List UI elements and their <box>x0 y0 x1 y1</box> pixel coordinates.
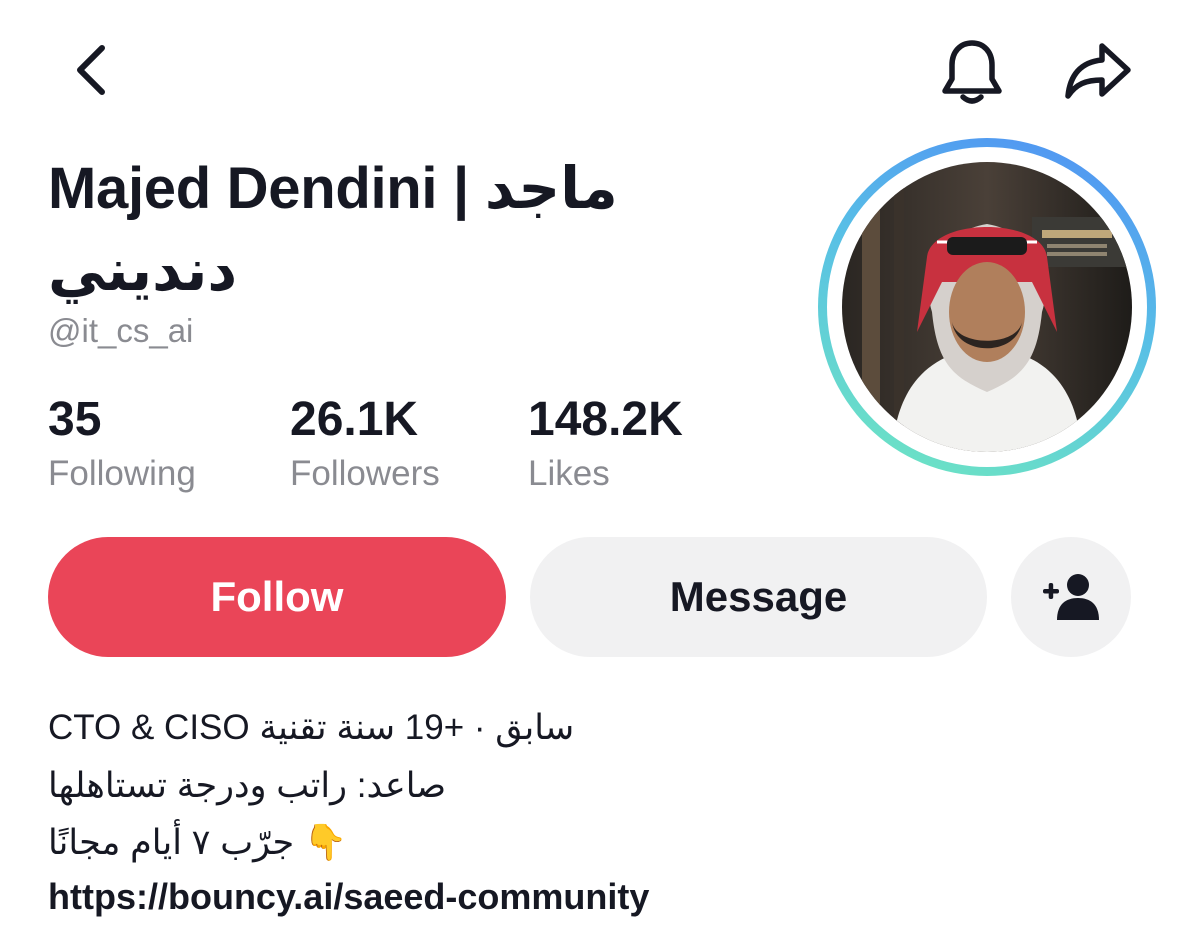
avatar-ring-gap <box>827 147 1147 467</box>
stat-label: Following <box>48 454 196 493</box>
stat-value: 148.2K <box>528 393 683 446</box>
profile-display-name: Majed Dendini | ماجد دنديني <box>48 156 618 303</box>
bio-link[interactable]: https://bouncy.ai/saeed-community <box>48 876 649 918</box>
stat-value: 26.1K <box>290 393 419 446</box>
stat-followers[interactable]: 26.1K Followers <box>290 392 440 496</box>
profile-photo <box>842 162 1132 452</box>
stat-likes: 148.2K Likes <box>528 392 683 496</box>
message-button[interactable]: Message <box>530 537 987 657</box>
bio-line: CTO & CISO سابق · +19 سنة تقنية <box>48 708 575 747</box>
chevron-left-icon <box>77 45 105 95</box>
follow-button[interactable]: Follow <box>48 537 506 657</box>
bio-line: جرّب ٧ أيام مجانًا 👇 <box>48 823 348 862</box>
share-button[interactable] <box>1056 30 1140 114</box>
stat-following[interactable]: 35 Following <box>48 392 196 496</box>
add-friend-button[interactable] <box>1011 537 1131 657</box>
add-person-icon <box>1043 574 1099 620</box>
back-button[interactable] <box>50 30 130 110</box>
bell-icon <box>942 40 1002 104</box>
avatar <box>842 162 1132 452</box>
profile-handle: @it_cs_ai <box>48 312 194 349</box>
avatar-story-ring[interactable] <box>818 138 1156 476</box>
bio-line: صاعد: راتب ودرجة تستاهلها <box>48 766 447 805</box>
notification-bell-button[interactable] <box>930 30 1014 114</box>
stat-label: Followers <box>290 454 440 493</box>
share-arrow-icon <box>1065 43 1131 99</box>
stat-label: Likes <box>528 454 610 493</box>
stat-value: 35 <box>48 393 102 446</box>
